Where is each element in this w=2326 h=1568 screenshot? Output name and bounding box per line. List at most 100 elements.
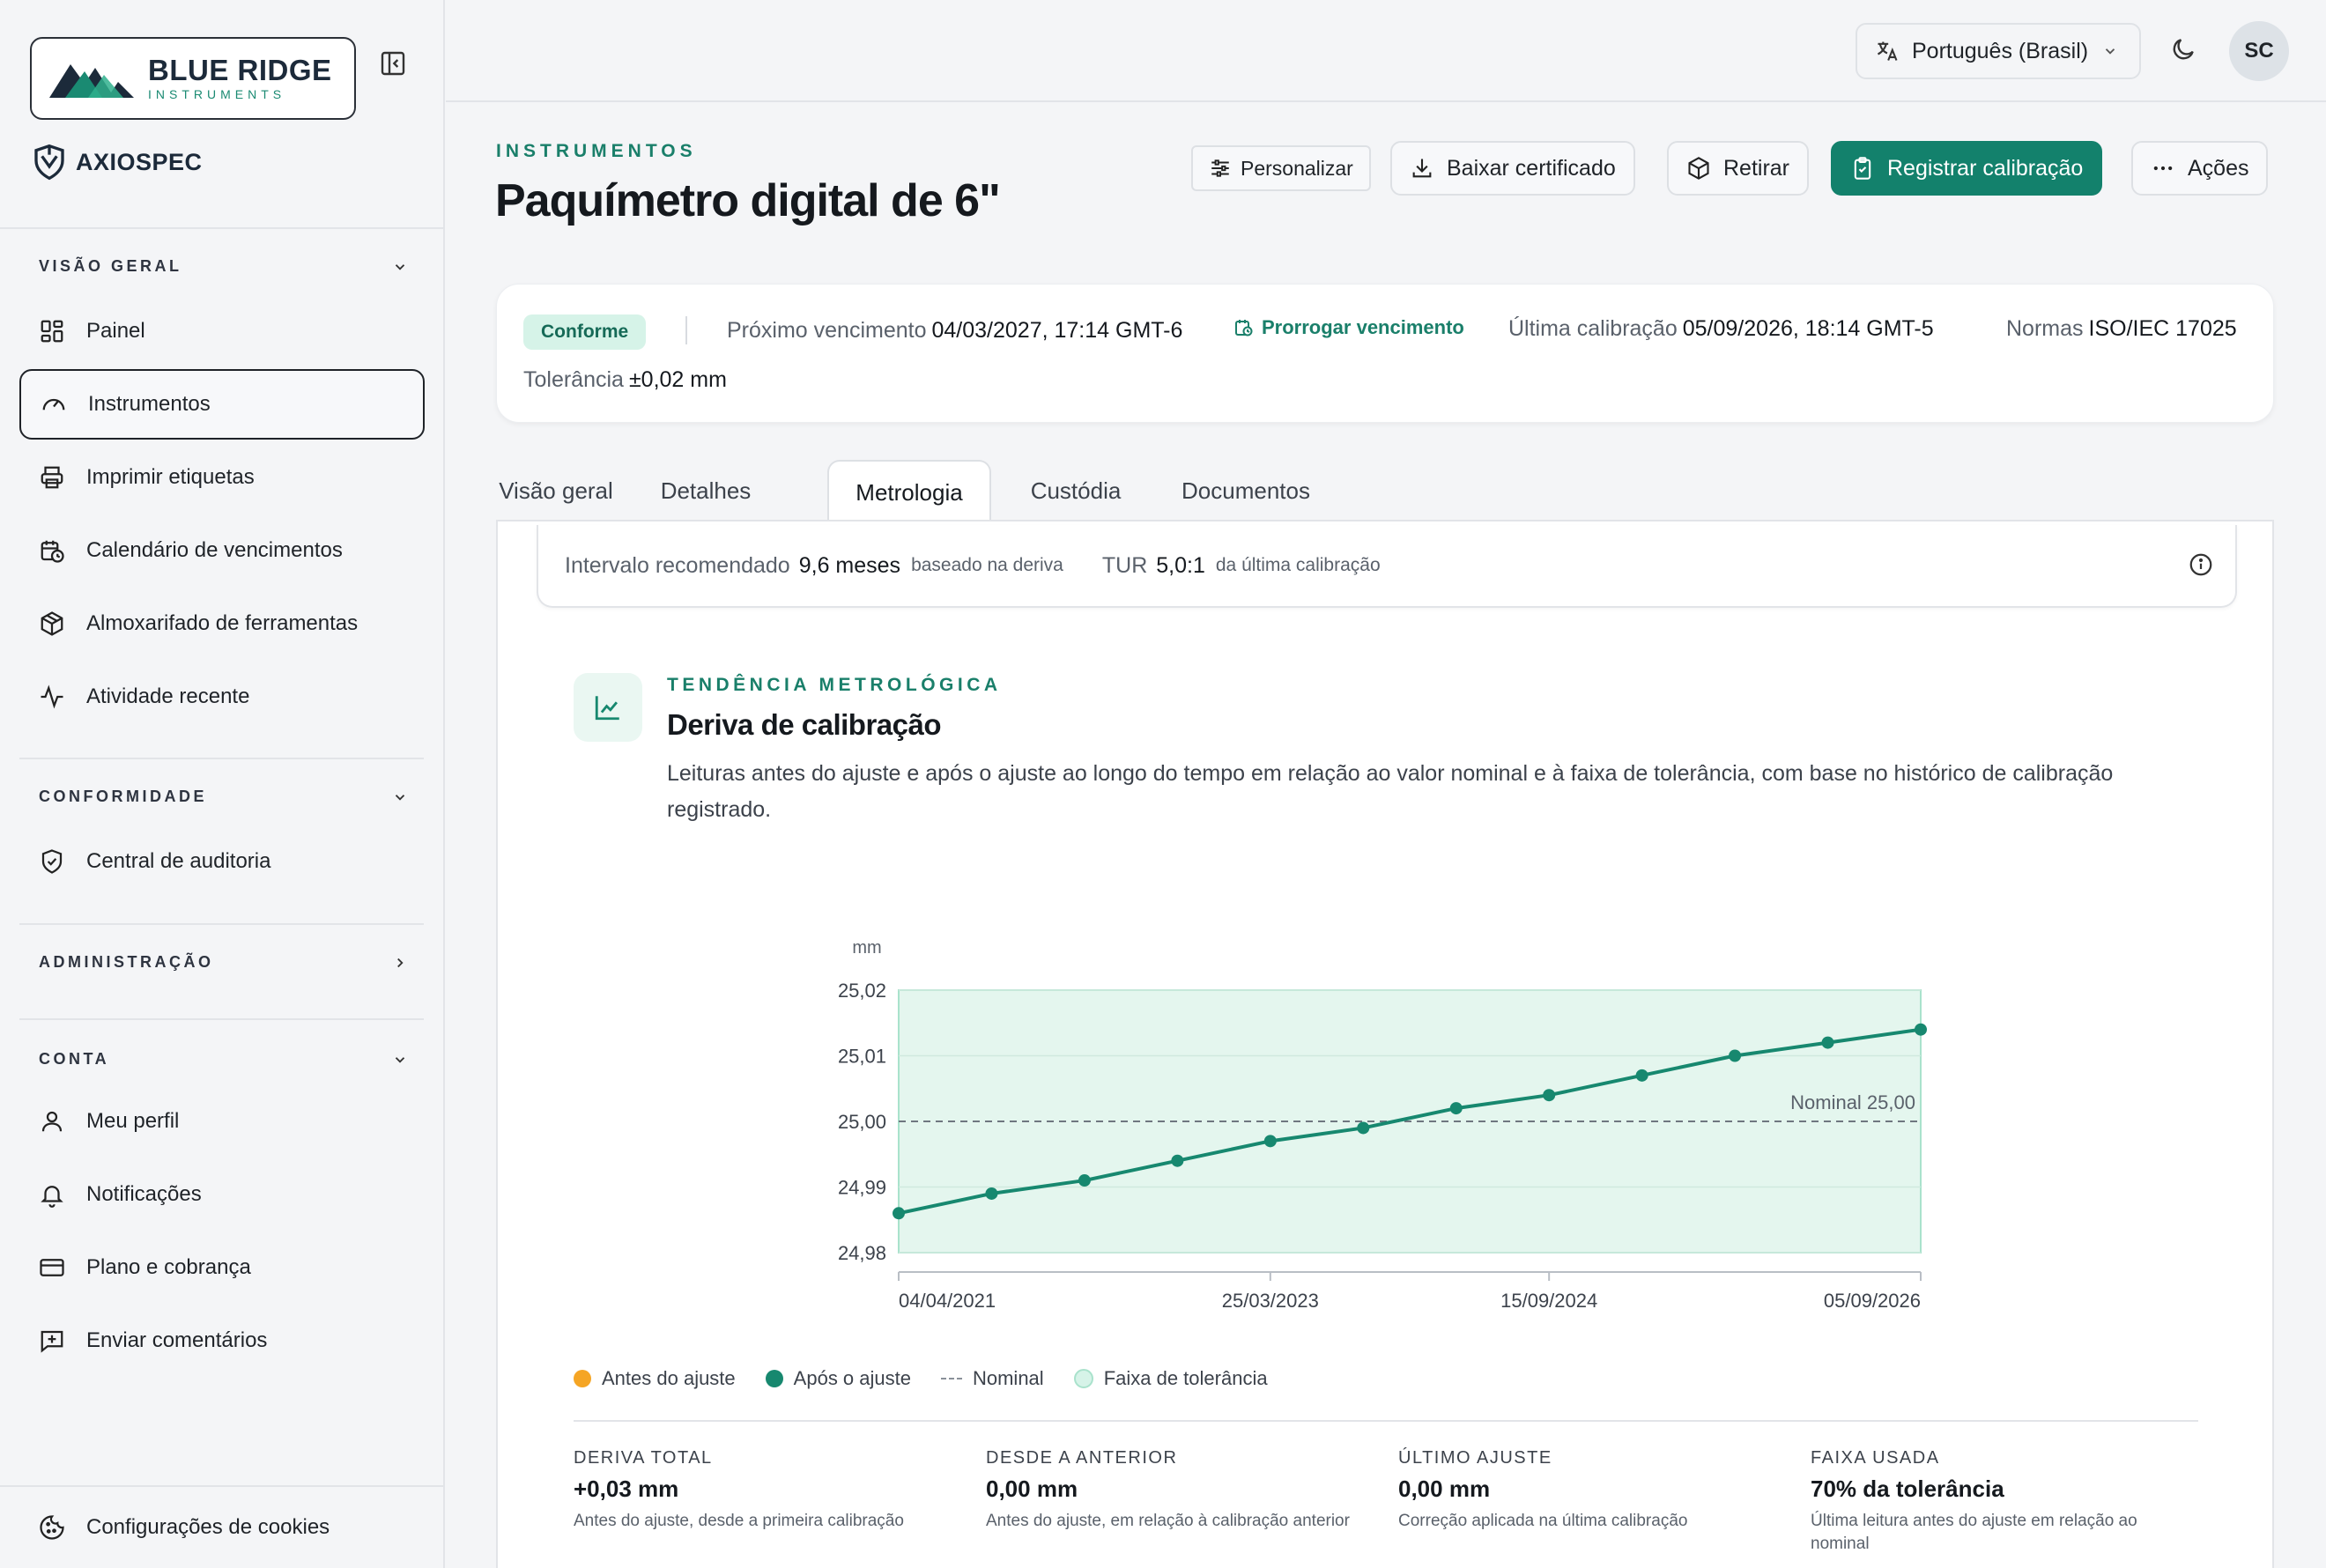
- data-point[interactable]: [1263, 1135, 1277, 1148]
- extend-due-link[interactable]: Prorrogar vencimento: [1233, 316, 1464, 339]
- stat-value: 0,00 mm: [986, 1476, 1078, 1502]
- language-value: Português (Brasil): [1912, 38, 2089, 63]
- next-due-label: Próximo vencimento: [727, 318, 927, 343]
- data-point[interactable]: [1915, 1023, 1927, 1036]
- last-calibration-value: 05/09/2026, 18:14 GMT-5: [1682, 316, 1934, 341]
- legend-item-nominal[interactable]: Nominal: [940, 1367, 1044, 1390]
- sidebar: BLUE RIDGE INSTRUMENTS AXIOSPEC VISÃO GE…: [0, 0, 445, 1568]
- axiospec-shield-icon: [34, 144, 64, 181]
- customize-button[interactable]: Personalizar: [1191, 145, 1371, 191]
- sidebar-item-label: Plano e cobrança: [86, 1255, 251, 1279]
- sidebar-item-perfil[interactable]: Meu perfil: [19, 1086, 425, 1157]
- standards: Normas ISO/IEC 17025: [2006, 316, 2237, 342]
- sidebar-item-notificacoes[interactable]: Notificações: [19, 1159, 425, 1230]
- tab-metrologia[interactable]: Metrologia: [827, 460, 991, 523]
- data-point[interactable]: [1357, 1121, 1370, 1135]
- section-header-admin[interactable]: ADMINISTRAÇÃO: [39, 953, 408, 972]
- sidebar-item-label: Atividade recente: [86, 684, 250, 708]
- tab-visao-geral[interactable]: Visão geral: [496, 460, 616, 521]
- data-point[interactable]: [1543, 1089, 1556, 1102]
- drift-chart: Nominal 25,00 25,02 25,01 25,00 24,99 24,98 mm…: [838, 938, 1927, 1312]
- tab-detalhes[interactable]: Detalhes: [644, 460, 767, 521]
- legend-item-before[interactable]: Antes do ajuste: [574, 1367, 736, 1390]
- sidebar-item-cookies[interactable]: Configurações de cookies: [19, 1492, 425, 1563]
- data-point[interactable]: [893, 1207, 905, 1220]
- legend-swatch: [765, 1370, 783, 1387]
- legend-item-after[interactable]: Após o ajuste: [765, 1367, 911, 1390]
- last-calibration: Última calibração 05/09/2026, 18:14 GMT-5: [1508, 316, 1934, 342]
- customize-label: Personalizar: [1241, 156, 1353, 180]
- language-select[interactable]: Português (Brasil): [1856, 23, 2141, 79]
- sidebar-item-almoxarifado[interactable]: Almoxarifado de ferramentas: [19, 588, 425, 659]
- data-point[interactable]: [1449, 1102, 1463, 1115]
- collapse-sidebar-icon[interactable]: [377, 48, 409, 79]
- data-point[interactable]: [985, 1187, 998, 1200]
- register-label: Registrar calibração: [1887, 155, 2084, 181]
- sliders-icon: [1211, 159, 1229, 177]
- divider: [19, 1018, 424, 1020]
- legend-swatch: [574, 1370, 591, 1387]
- shield-check-icon: [41, 849, 63, 874]
- sidebar-item-comentarios[interactable]: Enviar comentários: [19, 1305, 425, 1376]
- section-header-overview[interactable]: VISÃO GERAL: [39, 257, 408, 276]
- last-calibration-label: Última calibração: [1508, 316, 1678, 341]
- avatar[interactable]: SC: [2229, 21, 2289, 81]
- actions-menu-button[interactable]: Ações: [2131, 141, 2269, 196]
- stat-label: ÚLTIMO AJUSTE: [1398, 1448, 1552, 1468]
- standards-label: Normas: [2006, 316, 2084, 341]
- moon-icon: [2173, 39, 2194, 60]
- stat-label: FAIXA USADA: [1811, 1448, 1940, 1468]
- metrology-panel: Intervalo recomendado 9,6 meses baseado …: [496, 520, 2274, 1568]
- chevron-down-icon: [395, 1056, 405, 1063]
- sidebar-item-atividade[interactable]: Atividade recente: [19, 662, 425, 732]
- sidebar-item-imprimir-etiquetas[interactable]: Imprimir etiquetas: [19, 442, 425, 513]
- more-horizontal-icon: [2153, 166, 2173, 171]
- sidebar-item-plano[interactable]: Plano e cobrança: [19, 1232, 425, 1303]
- chevron-down-icon: [395, 794, 405, 801]
- retire-button[interactable]: Retirar: [1667, 141, 1810, 196]
- sidebar-item-label: Configurações de cookies: [86, 1515, 330, 1539]
- next-due-value: 04/03/2027, 17:14 GMT-6: [931, 318, 1183, 343]
- product-logo: AXIOSPEC: [32, 143, 203, 181]
- sidebar-item-calendario[interactable]: Calendário de vencimentos: [19, 515, 425, 586]
- sidebar-item-label: Meu perfil: [86, 1109, 180, 1133]
- data-point[interactable]: [1729, 1049, 1742, 1062]
- page-title: Paquímetro digital de 6": [495, 175, 1001, 226]
- dark-mode-toggle[interactable]: [2169, 35, 2201, 67]
- divider: [0, 1485, 443, 1487]
- stat-band-used: FAIXA USADA 70% da tolerância Última lei…: [1811, 1448, 2198, 1556]
- section-header-account[interactable]: CONTA: [39, 1050, 408, 1069]
- sidebar-item-auditoria[interactable]: Central de auditoria: [19, 826, 425, 897]
- data-point[interactable]: [1635, 1069, 1648, 1082]
- retire-label: Retirar: [1723, 155, 1790, 181]
- download-certificate-button[interactable]: Baixar certificado: [1390, 141, 1635, 196]
- data-point[interactable]: [1078, 1174, 1091, 1187]
- x-tick-label: 05/09/2026: [1824, 1290, 1921, 1312]
- sidebar-item-label: Notificações: [86, 1182, 202, 1206]
- tab-documentos[interactable]: Documentos: [1167, 460, 1324, 521]
- package-icon: [41, 611, 63, 636]
- dashboard-icon: [41, 320, 63, 343]
- status-badge: Conforme: [523, 314, 647, 350]
- data-point[interactable]: [1821, 1036, 1834, 1049]
- user-icon: [41, 1111, 63, 1132]
- y-tick-label: 25,00: [838, 1111, 886, 1133]
- data-point[interactable]: [1171, 1154, 1184, 1167]
- sidebar-item-label: Almoxarifado de ferramentas: [86, 611, 359, 635]
- sidebar-item-instrumentos[interactable]: Instrumentos: [19, 369, 425, 440]
- stat-value: +0,03 mm: [574, 1476, 679, 1502]
- sidebar-item-painel[interactable]: Painel: [19, 296, 425, 366]
- legend-item-tolerance[interactable]: Faixa de tolerância: [1073, 1367, 1268, 1390]
- company-logo[interactable]: BLUE RIDGE INSTRUMENTS: [30, 37, 356, 120]
- y-tick-label: 25,01: [838, 1046, 886, 1068]
- y-tick-label: 25,02: [838, 980, 886, 1002]
- product-name: AXIOSPEC: [76, 148, 203, 175]
- stat-description: Antes do ajuste, desde a primeira calibr…: [574, 1512, 904, 1530]
- stat-value: 70% da tolerância: [1811, 1476, 2004, 1502]
- section-header-compliance[interactable]: CONFORMIDADE: [39, 788, 408, 806]
- tab-custodia[interactable]: Custódia: [1016, 460, 1136, 521]
- y-axis-unit: mm: [852, 938, 881, 958]
- sidebar-item-label: Painel: [86, 319, 145, 343]
- translate-icon: [1877, 41, 1898, 61]
- register-calibration-button[interactable]: Registrar calibração: [1831, 141, 2103, 196]
